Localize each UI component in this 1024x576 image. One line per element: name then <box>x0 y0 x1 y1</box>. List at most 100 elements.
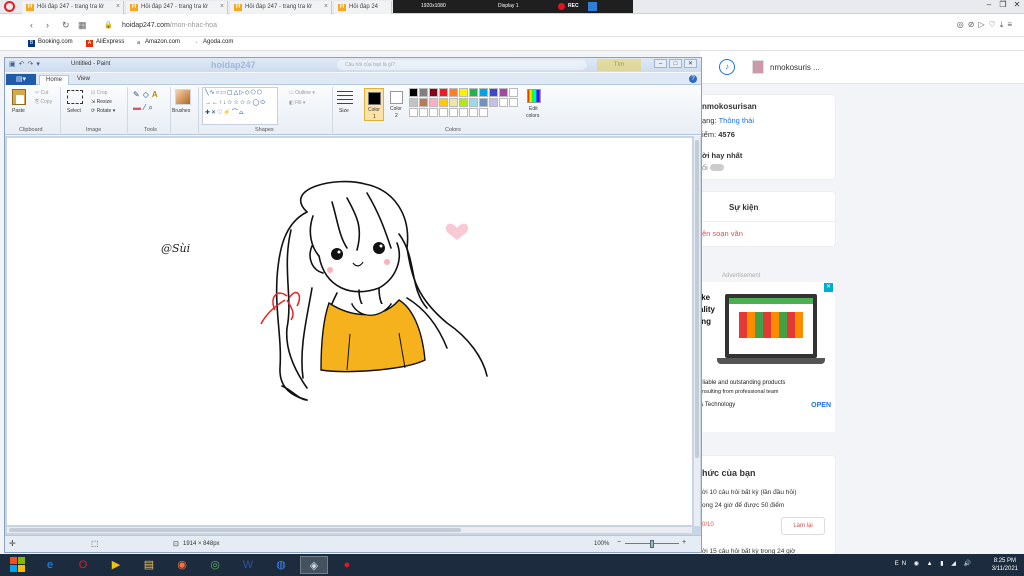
event-link[interactable]: ên soạn văn <box>702 229 743 238</box>
size-button[interactable]: Size <box>339 108 349 114</box>
back-icon[interactable]: ‹ <box>30 20 33 30</box>
clock[interactable]: 8:25 PM 3/11/2021 <box>992 557 1018 573</box>
close-tab-icon[interactable]: × <box>116 3 120 10</box>
palette-swatch[interactable] <box>459 88 468 97</box>
recorder-settings-icon[interactable] <box>588 2 597 11</box>
edit-colors-label[interactable]: Edit <box>529 106 538 112</box>
zoom-slider-knob[interactable] <box>650 540 654 548</box>
palette-swatch[interactable] <box>449 88 458 97</box>
snapshot-icon[interactable]: ◎ <box>957 20 968 29</box>
paste-icon[interactable] <box>12 89 26 105</box>
palette-swatch[interactable] <box>509 98 518 107</box>
select-icon[interactable] <box>67 90 83 104</box>
brushes-button[interactable]: Brushes <box>172 108 190 114</box>
browser-tab-2[interactable]: H Hỏi đáp 247 - trang tra lờ × <box>126 1 228 14</box>
lock-icon[interactable]: 🔒 <box>104 21 113 29</box>
palette-swatch[interactable] <box>499 88 508 97</box>
palette-swatch[interactable] <box>409 98 418 107</box>
size-icon[interactable] <box>337 91 353 105</box>
help-icon[interactable]: ? <box>689 75 697 83</box>
color-1-button[interactable]: Color 1 <box>364 88 384 121</box>
save-icon[interactable]: ▣ <box>9 61 19 68</box>
horizontal-scrollbar[interactable] <box>7 527 692 533</box>
palette-swatch[interactable] <box>459 108 468 117</box>
restore-icon[interactable]: ❐ <box>996 0 1010 9</box>
start-button[interactable] <box>10 557 28 573</box>
rotate-button[interactable]: ⟳ Rotate ▾ <box>91 108 115 114</box>
edit-colors-label-2[interactable]: colors <box>526 113 539 119</box>
browser-tab-3[interactable]: H Hỏi đáp 247 - trang tra lờ × <box>230 1 332 14</box>
palette-swatch[interactable] <box>409 108 418 117</box>
shield-icon[interactable]: ⊘ <box>968 20 979 29</box>
palette-swatch[interactable] <box>459 98 468 107</box>
record-icon[interactable] <box>558 3 565 10</box>
eraser-icon[interactable]: ▬ <box>133 103 144 112</box>
palette-swatch[interactable] <box>429 98 438 107</box>
taskbar-opera-icon[interactable]: O <box>69 556 97 574</box>
forward-icon[interactable]: › <box>46 20 49 30</box>
heart-icon[interactable]: ♡ <box>989 20 1000 29</box>
taskbar-paint-icon[interactable]: ◈ <box>300 556 328 574</box>
palette-swatch[interactable] <box>449 98 458 107</box>
select-button[interactable]: Select <box>67 108 81 114</box>
maximize-icon[interactable]: □ <box>669 59 682 68</box>
retry-button[interactable]: Làm lại <box>781 517 825 535</box>
resize-button[interactable]: ⇲ Resize <box>91 99 112 105</box>
cut-button[interactable]: ✂ Cut <box>35 90 48 96</box>
best-answer-toggle[interactable] <box>709 164 724 171</box>
ad-close-icon[interactable]: ✕ <box>824 283 833 292</box>
taskbar-vpn-icon[interactable]: ◎ <box>201 556 229 574</box>
minimize-icon[interactable]: – <box>982 0 996 9</box>
speed-dial-icon[interactable]: ▦ <box>78 20 87 31</box>
system-tray[interactable]: EN ◉ ▲ ▮ ◢ 🔊 <box>895 560 974 567</box>
vertical-scrollbar[interactable] <box>694 136 700 526</box>
palette-swatch[interactable] <box>429 108 438 117</box>
palette-swatch[interactable] <box>409 88 418 97</box>
close-window-icon[interactable]: ✕ <box>684 59 697 68</box>
palette-swatch[interactable] <box>489 98 498 107</box>
drawing-canvas[interactable]: @Sùi <box>7 138 692 525</box>
close-window-icon[interactable]: ✕ <box>1010 0 1024 9</box>
menu-icon[interactable]: ≡ <box>1007 20 1016 29</box>
vertical-scroll-thumb[interactable] <box>695 140 699 458</box>
avatar[interactable] <box>752 60 764 74</box>
palette-swatch[interactable] <box>499 98 508 107</box>
zoom-in-icon[interactable]: + <box>682 539 686 546</box>
palette-swatch[interactable] <box>479 88 488 97</box>
taskbar-internet-explorer-icon[interactable]: e <box>36 556 64 574</box>
pencil-icon[interactable]: ✎ <box>133 90 143 99</box>
horizontal-scroll-thumb[interactable] <box>9 528 461 532</box>
palette-swatch[interactable] <box>479 98 488 107</box>
palette-swatch[interactable] <box>439 98 448 107</box>
taskbar-recorder-icon[interactable]: ● <box>333 556 361 574</box>
notification-bell-icon[interactable]: ♪ <box>719 59 735 75</box>
close-tab-icon[interactable]: × <box>220 3 224 10</box>
palette-swatch[interactable] <box>469 108 478 117</box>
palette-swatch[interactable] <box>449 108 458 117</box>
palette-swatch[interactable] <box>509 88 518 97</box>
username-menu[interactable]: nmokosuris ... <box>770 63 820 72</box>
file-menu-button[interactable]: ▤▾ <box>6 74 36 85</box>
bookmark-booking[interactable]: B Booking.com <box>28 39 73 47</box>
undo-icon[interactable]: ↶ <box>19 61 28 68</box>
magnifier-icon[interactable]: ⌕ <box>148 103 155 112</box>
browser-tab-4[interactable]: H Hỏi đáp 24 <box>334 1 392 14</box>
customize-icon[interactable]: ▾ <box>36 61 43 68</box>
palette-swatch[interactable] <box>489 88 498 97</box>
text-icon[interactable]: A <box>152 90 161 99</box>
tab-home[interactable]: Home <box>39 75 70 85</box>
zoom-out-icon[interactable]: − <box>617 539 621 546</box>
taskbar-media-player-icon[interactable]: ▶ <box>102 556 130 574</box>
crop-button[interactable]: ⊡ Crop <box>91 90 107 96</box>
outline-button[interactable]: ▭ Outline ▾ <box>289 90 315 96</box>
fill-button[interactable]: ◧ Fill ▾ <box>289 100 305 106</box>
tab-view[interactable]: View <box>71 75 96 85</box>
edit-colors-icon[interactable] <box>527 89 541 103</box>
palette-swatch[interactable] <box>469 88 478 97</box>
copy-button[interactable]: ⎘ Copy <box>35 99 52 105</box>
zoom-slider[interactable]: − + <box>617 539 687 548</box>
bookmark-amazon[interactable]: a Amazon.com <box>135 39 180 47</box>
brushes-icon[interactable] <box>175 89 191 105</box>
color-2-button[interactable]: Color 2 <box>387 88 407 121</box>
palette-swatch[interactable] <box>439 88 448 97</box>
